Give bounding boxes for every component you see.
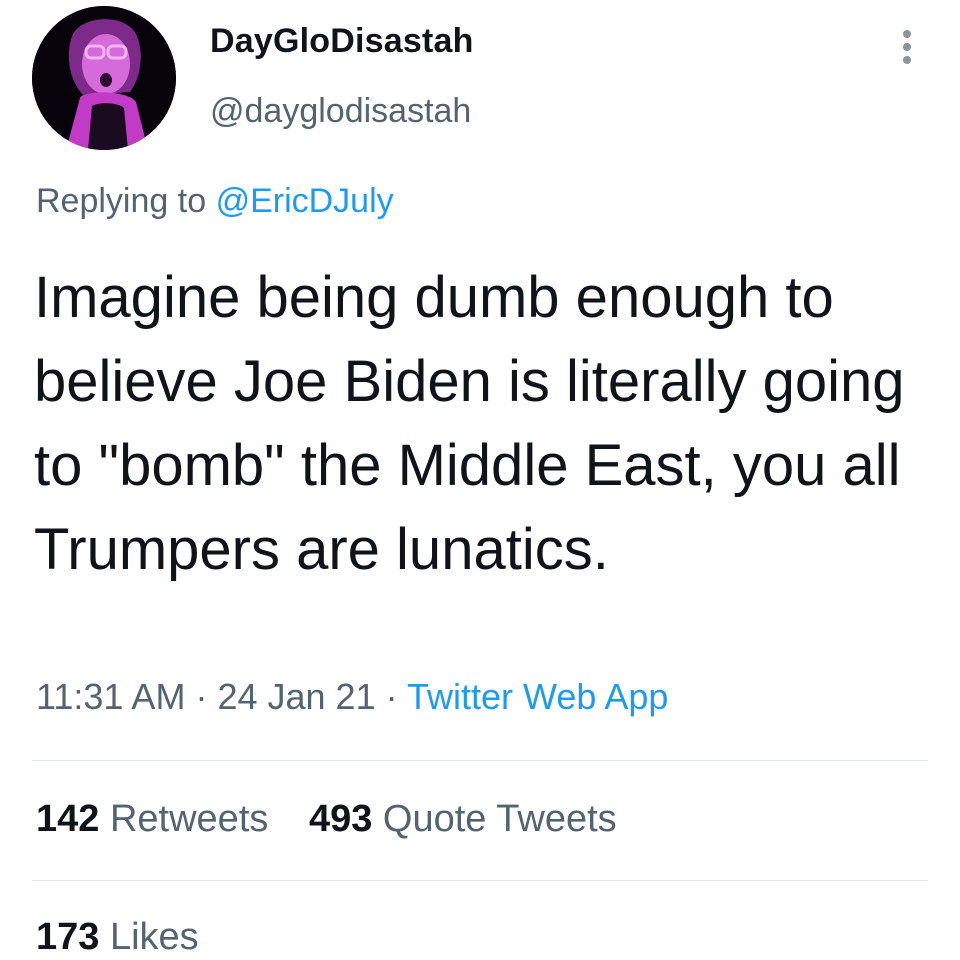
retweets-label: Retweets [109,798,269,840]
tweet-time[interactable]: 11:31 AM [36,676,185,717]
tweet-text: Imagine being dumb enough to believe Joe… [34,265,905,582]
divider [32,760,928,761]
avatar[interactable] [32,6,176,150]
replying-prefix: Replying to [36,182,207,220]
tweet-meta: 11:31 AM · 24 Jan 21 · Twitter Web App [36,676,668,718]
tweet-source-link[interactable]: Twitter Web App [407,676,668,717]
more-dot [903,56,911,64]
reply-mention-link[interactable]: @EricDJuly [216,182,394,220]
likes-count: 173 [36,916,100,958]
more-dot [903,43,911,51]
quote-tweets-label: Quote Tweets [382,798,617,840]
divider [32,880,928,881]
likes-label: Likes [109,916,199,958]
replying-to: Replying to @EricDJuly [36,182,394,221]
likes-row: 173 Likes [36,916,229,959]
author-display-name[interactable]: DayGloDisastah [210,22,474,61]
author-handle[interactable]: @dayglodisastah [210,92,471,131]
more-dot [903,30,911,38]
tweet-card: DayGloDisastah @dayglodisastah Replying … [0,0,960,960]
quote-tweets-count: 493 [308,798,373,840]
meta-separator: · [195,676,208,717]
tweet-date[interactable]: 24 Jan 21 [217,676,375,717]
retweets-count: 142 [36,798,100,840]
retweets-stat[interactable]: 142 Retweets [36,798,268,841]
quote-tweets-stat[interactable]: 493 Quote Tweets [309,798,617,841]
avatar-icon [32,6,176,150]
meta-separator: · [385,676,398,717]
likes-stat[interactable]: 173 Likes [36,916,199,959]
engagement-stats: 142 Retweets 493 Quote Tweets [36,798,647,841]
more-vertical-icon[interactable] [896,30,918,66]
